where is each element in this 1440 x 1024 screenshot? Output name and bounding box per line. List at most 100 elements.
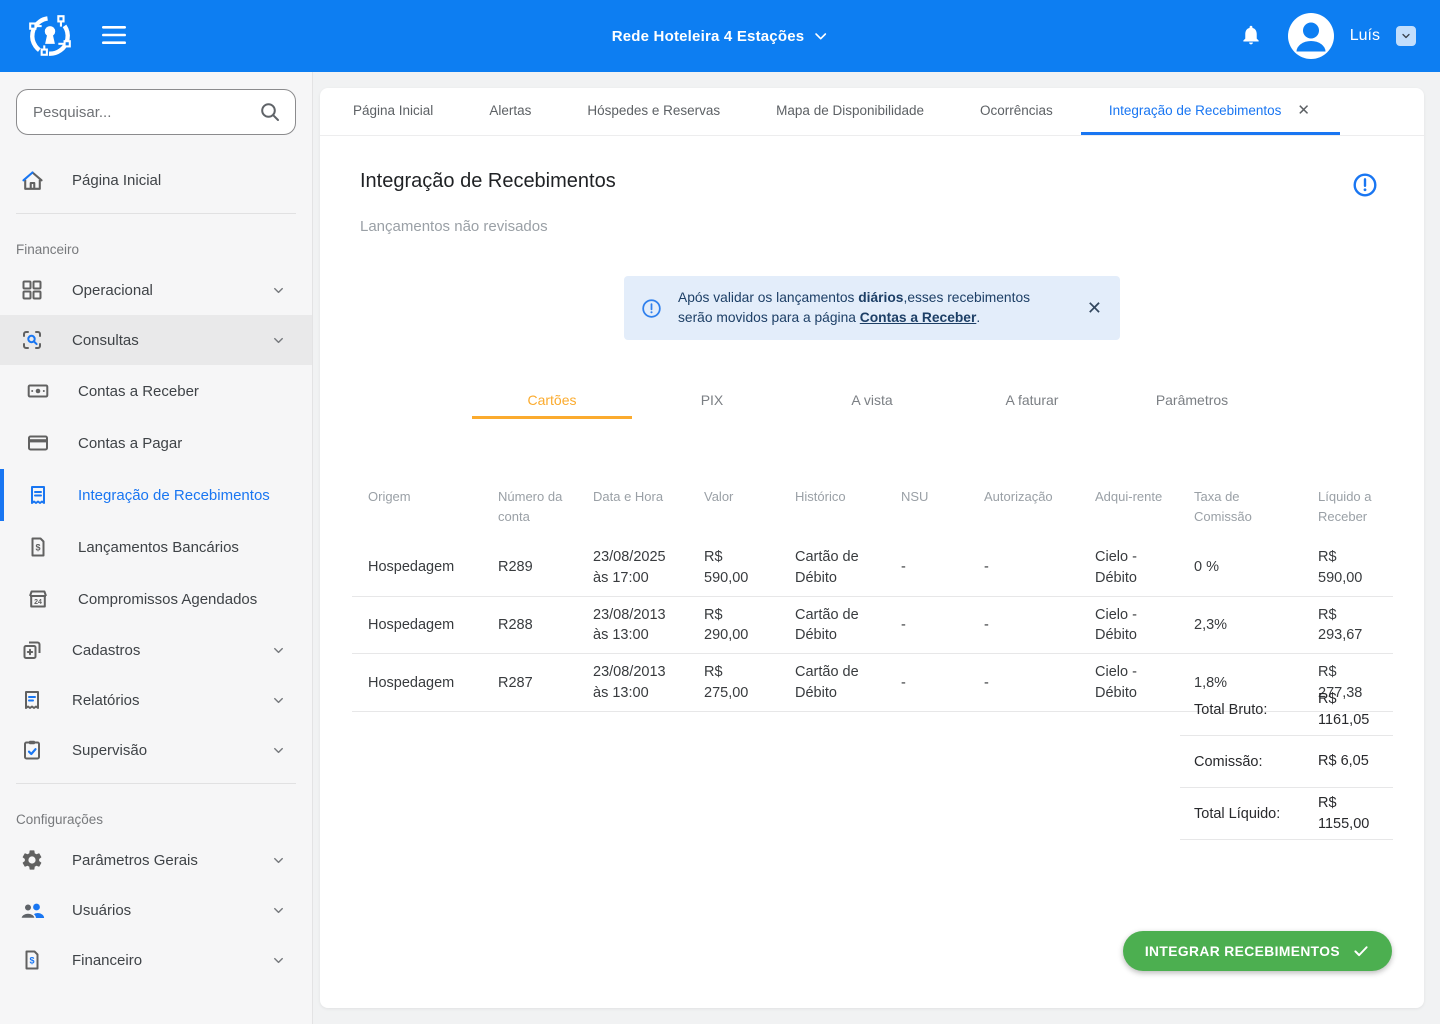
tab-hospedes-e-reservas[interactable]: Hóspedes e Reservas [559,88,748,135]
user-menu-chevron-icon[interactable] [1396,26,1416,46]
page-title: Integração de Recebimentos [360,170,616,193]
sidebar-item-compromissos-agendados[interactable]: 24 Compromissos Agendados [0,573,312,625]
subtab-parametros[interactable]: Parâmetros [1112,383,1272,419]
sidebar-item-label: Contas a Receber [78,383,286,400]
col-header: Data e Hora [593,473,704,539]
comissao-row: Comissão: R$ 6,05 [1180,736,1393,788]
clipboard-check-icon [18,738,46,762]
sidebar-item-label: Integração de Recebimentos [78,487,286,504]
tab-pagina-inicial[interactable]: Página Inicial [325,88,461,135]
sidebar-item-supervisao[interactable]: Supervisão [0,725,312,775]
table-row[interactable]: Hospedagem R289 23/08/2025 às 17:00 R$ 5… [352,539,1393,597]
info-icon [641,298,662,319]
tab-ocorrencias[interactable]: Ocorrências [952,88,1081,135]
sidebar-item-cadastros[interactable]: Cadastros [0,625,312,675]
chevron-down-icon [271,743,286,758]
col-header: Adqui-rente [1095,473,1194,539]
sidebar-item-integracao-de-recebimentos[interactable]: Integração de Recebimentos [0,469,312,521]
sidebar-item-label: Financeiro [72,952,271,969]
sidebar-section-configuracoes: Configurações [0,792,312,835]
chevron-down-icon [271,853,286,868]
total-liquido-row: Total Líquido: R$ 1155,00 [1180,788,1393,840]
table-header-row: Origem Número da conta Data e Hora Valor… [352,473,1393,539]
svg-text:24: 24 [34,599,42,606]
total-label: Comissão: [1180,754,1318,770]
sidebar-item-usuarios[interactable]: Usuários [0,885,312,935]
col-header: Valor [704,473,795,539]
sidebar-item-label: Supervisão [72,742,271,759]
col-header: Número da conta [498,473,593,539]
chevron-down-icon [271,903,286,918]
total-bruto-row: Total Bruto: R$ 1161,05 [1180,684,1393,736]
col-header: Histórico [795,473,901,539]
hotel-network-selector[interactable]: Rede Hoteleira 4 Estações [612,28,829,45]
contas-a-receber-link[interactable]: Contas a Receber [860,310,977,325]
sidebar-item-lancamentos-bancarios[interactable]: $ Lançamentos Bancários [0,521,312,573]
gear-icon [18,848,46,872]
total-value: R$ 1161,05 [1318,689,1393,730]
sidebar-item-label: Lançamentos Bancários [78,539,286,556]
sidebar-item-pagina-inicial[interactable]: Página Inicial [0,155,312,205]
receipts-table: Origem Número da conta Data e Hora Valor… [352,473,1393,712]
users-icon [18,898,46,922]
sidebar-item-label: Cadastros [72,642,271,659]
app-logo-icon [22,8,78,64]
chevron-down-icon [271,333,286,348]
user-avatar[interactable] [1288,13,1334,59]
subtab-a-vista[interactable]: A vista [792,383,952,419]
svg-text:$: $ [35,543,40,553]
sidebar-item-label: Consultas [72,332,271,349]
col-header: Origem [352,473,498,539]
tab-integracao-de-recebimentos[interactable]: Integração de Recebimentos ✕ [1081,88,1340,135]
sidebar: Página Inicial Financeiro Operacional Co… [0,72,313,1024]
main-content-card: Página Inicial Alertas Hóspedes e Reserv… [320,88,1424,1008]
tab-mapa-de-disponibilidade[interactable]: Mapa de Disponibilidade [748,88,952,135]
credit-card-icon [25,431,51,455]
sidebar-item-label: Compromissos Agendados [78,591,286,608]
home-icon [18,168,46,193]
sidebar-item-financeiro-config[interactable]: $ Financeiro [0,935,312,985]
total-label: Total Líquido: [1180,806,1318,822]
sidebar-item-relatorios[interactable]: Relatórios [0,675,312,725]
top-header: Rede Hoteleira 4 Estações Luís [0,0,1440,72]
subtab-cartoes[interactable]: Cartões [472,383,632,419]
total-value: R$ 6,05 [1318,751,1393,771]
open-tabs-bar: Página Inicial Alertas Hóspedes e Reserv… [320,88,1424,136]
sidebar-item-label: Usuários [72,902,271,919]
alert-text: Após validar os lançamentos diários,esse… [678,288,1066,328]
sidebar-item-parametros-gerais[interactable]: Parâmetros Gerais [0,835,312,885]
sidebar-item-label: Contas a Pagar [78,435,286,452]
sidebar-item-contas-a-pagar[interactable]: Contas a Pagar [0,417,312,469]
store-24h-icon: 24 [25,587,51,611]
divider [16,213,296,214]
page-info-icon[interactable] [1352,172,1378,201]
subtab-a-faturar[interactable]: A faturar [952,383,1112,419]
integrate-receipts-button[interactable]: INTEGRAR RECEBIMENTOS [1123,931,1392,971]
close-tab-icon[interactable]: ✕ [1295,101,1312,120]
chevron-down-icon [812,28,828,44]
banknote-icon [25,379,51,403]
sidebar-item-consultas[interactable]: Consultas [0,315,312,365]
sidebar-item-operacional[interactable]: Operacional [0,265,312,315]
page-subtitle: Lançamentos não revisados [360,218,548,235]
total-value: R$ 1155,00 [1318,793,1393,834]
col-header: Autorização [984,473,1095,539]
col-header: Taxa de Comissão [1194,473,1318,539]
subtab-pix[interactable]: PIX [632,383,792,419]
search-input[interactable] [16,89,296,135]
document-dollar-icon: $ [25,535,51,559]
notifications-bell-icon[interactable] [1240,24,1262,49]
scan-search-icon [18,328,46,352]
sidebar-item-contas-a-receber[interactable]: Contas a Receber [0,365,312,417]
chevron-down-icon [271,693,286,708]
col-header: Líquido a Receber [1318,473,1393,539]
table-row[interactable]: Hospedagem R288 23/08/2013 às 13:00 R$ 2… [352,597,1393,655]
alert-close-icon[interactable]: ✕ [1083,295,1106,321]
document-dollar-blue-icon: $ [18,948,46,972]
hamburger-menu-icon[interactable] [96,19,132,54]
col-header: NSU [901,473,984,539]
chevron-down-icon [271,283,286,298]
svg-text:$: $ [29,956,34,966]
sidebar-section-financeiro: Financeiro [0,222,312,265]
tab-alertas[interactable]: Alertas [461,88,559,135]
